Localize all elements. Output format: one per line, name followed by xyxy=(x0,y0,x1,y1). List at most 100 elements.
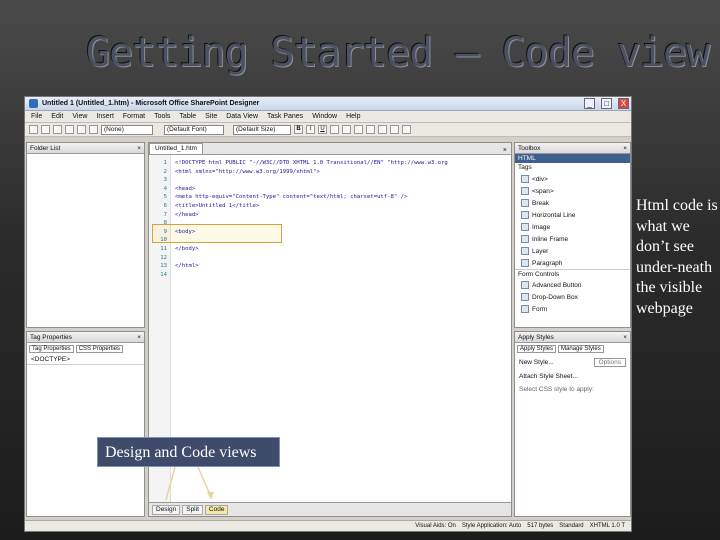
apply-styles-title: Apply Styles xyxy=(518,333,554,341)
cut-icon[interactable] xyxy=(77,125,86,134)
line-number: 7 xyxy=(163,211,167,218)
code-line: 9 <body> xyxy=(149,228,511,236)
menu-insert[interactable]: Insert xyxy=(96,113,114,120)
toolbox-item[interactable]: Image xyxy=(515,221,630,233)
tab-tag-properties[interactable]: Tag Properties xyxy=(29,345,74,353)
print-icon[interactable] xyxy=(65,125,74,134)
toolbox-item-icon xyxy=(521,199,529,207)
line-number: 1 xyxy=(163,160,167,166)
menu-format[interactable]: Format xyxy=(123,113,145,120)
code-line: 7 </head> xyxy=(149,211,511,219)
toolbox-item-label: Horizontal Line xyxy=(532,211,576,219)
folder-list-close-icon[interactable]: × xyxy=(137,145,141,152)
highlight-icon[interactable] xyxy=(390,125,399,134)
code-line: 11 </body> xyxy=(149,245,511,253)
document-close-icon[interactable]: × xyxy=(503,147,507,154)
align-left-icon[interactable] xyxy=(330,125,339,134)
size-combo[interactable]: (Default Size) xyxy=(233,124,291,135)
bold-button[interactable]: B xyxy=(294,125,303,134)
menu-task-panes[interactable]: Task Panes xyxy=(267,113,303,120)
new-page-icon[interactable] xyxy=(29,125,38,134)
form-control-item[interactable]: Drop-Down Box xyxy=(515,291,630,303)
menu-file[interactable]: File xyxy=(31,113,42,120)
code-line: 12 xyxy=(149,254,511,262)
menu-edit[interactable]: Edit xyxy=(51,113,63,120)
toolbox-item[interactable]: <div> xyxy=(515,173,630,185)
toolbox-item-label: <div> xyxy=(532,175,548,183)
toolbox-item[interactable]: Horizontal Line xyxy=(515,209,630,221)
toolbox-title: Toolbox xyxy=(518,144,541,152)
toolbox-item-icon xyxy=(521,187,529,195)
line-number: 13 xyxy=(160,263,167,270)
split-view-tab[interactable]: Split xyxy=(182,504,203,515)
code-view-tab[interactable]: Code xyxy=(204,504,229,515)
tab-apply-styles[interactable]: Apply Styles xyxy=(517,345,557,353)
window-title: Untitled 1 (Untitled_1.htm) - Microsoft … xyxy=(42,100,260,107)
attach-style-sheet-link[interactable]: Attach Style Sheet... xyxy=(515,370,630,383)
apply-styles-tabs: Apply Styles Manage Styles xyxy=(515,343,630,355)
style-combo[interactable]: (None) xyxy=(101,124,153,135)
open-icon[interactable] xyxy=(41,125,50,134)
close-button[interactable]: X xyxy=(618,98,629,109)
undo-icon[interactable] xyxy=(89,125,98,134)
align-center-icon[interactable] xyxy=(342,125,351,134)
save-icon[interactable] xyxy=(53,125,62,134)
status-style-application[interactable]: Style Application: Auto xyxy=(462,523,521,529)
line-number: 5 xyxy=(163,194,167,201)
menu-view[interactable]: View xyxy=(72,113,87,120)
code-line: 6 <title>Untitled 1</title> xyxy=(149,202,511,210)
status-visual-aids[interactable]: Visual Aids: On xyxy=(415,523,456,529)
status-mode: Standard xyxy=(559,523,584,529)
menu-help[interactable]: Help xyxy=(346,113,360,120)
italic-button[interactable]: I xyxy=(306,125,315,134)
toolbox-item[interactable]: Layer xyxy=(515,245,630,257)
code-line: 2 <html xmlns="http://www.w3.org/1999/xht… xyxy=(149,168,511,176)
new-style-link[interactable]: New Style... xyxy=(519,359,554,366)
toolbox-close-icon[interactable]: × xyxy=(623,145,627,152)
maximize-button[interactable]: □ xyxy=(601,98,612,109)
minimize-button[interactable]: _ xyxy=(584,98,595,109)
numbering-icon[interactable] xyxy=(366,125,375,134)
options-button[interactable]: Options xyxy=(593,358,626,367)
toolbox-tags-section[interactable]: Tags xyxy=(515,163,630,173)
document-tab[interactable]: Untitled_1.htm xyxy=(149,143,203,154)
menu-table[interactable]: Table xyxy=(179,113,196,120)
line-number: 2 xyxy=(163,168,167,175)
tag-value: <DOCTYPE> xyxy=(27,355,144,365)
code-line: 1 <!DOCTYPE html PUBLIC "-//W3C//DTD XHTM… xyxy=(149,159,511,167)
toolbox-html-section[interactable]: HTML xyxy=(515,154,630,163)
toolbox-item-icon xyxy=(521,281,529,289)
menu-tools[interactable]: Tools xyxy=(154,113,170,120)
form-control-item[interactable]: Form xyxy=(515,303,630,315)
tab-manage-styles[interactable]: Manage Styles xyxy=(558,345,604,353)
form-controls-section[interactable]: Form Controls xyxy=(515,269,630,279)
line-text: </head> xyxy=(175,211,199,218)
line-text: </html> xyxy=(175,263,199,270)
toolbox-item-label: Layer xyxy=(532,247,549,255)
toolbox-item[interactable]: Inline Frame xyxy=(515,233,630,245)
code-line: 8 xyxy=(149,219,511,227)
font-color-icon[interactable] xyxy=(402,125,411,134)
code-line: 5 <meta http-equiv="Content-Type" content… xyxy=(149,193,511,201)
menu-data-view[interactable]: Data View xyxy=(226,113,258,120)
apply-styles-close-icon[interactable]: × xyxy=(623,334,627,341)
tag-properties-close-icon[interactable]: × xyxy=(137,334,141,341)
toolbox-item[interactable]: Paragraph xyxy=(515,257,630,269)
bullets-icon[interactable] xyxy=(378,125,387,134)
menu-window[interactable]: Window xyxy=(312,113,337,120)
toolbox-item-label: Paragraph xyxy=(532,259,563,267)
toolbox-item[interactable]: <span> xyxy=(515,185,630,197)
tab-css-properties[interactable]: CSS Properties xyxy=(75,345,124,353)
toolbox-item[interactable]: Break xyxy=(515,197,630,209)
underline-button[interactable]: U xyxy=(318,125,327,134)
form-control-item[interactable]: Advanced Button xyxy=(515,279,630,291)
tag-properties-header: Tag Properties × xyxy=(27,332,144,343)
design-view-tab[interactable]: Design xyxy=(152,504,181,515)
font-combo[interactable]: (Default Font) xyxy=(164,124,224,135)
slide-title: Getting Started – Code view xyxy=(86,30,710,76)
toolbox-item-icon xyxy=(521,305,529,313)
view-tabs: Design Split Code xyxy=(149,502,511,516)
formatting-toolbar: (None) (Default Font) (Default Size) B I… xyxy=(25,123,631,137)
align-right-icon[interactable] xyxy=(354,125,363,134)
menu-site[interactable]: Site xyxy=(205,113,217,120)
